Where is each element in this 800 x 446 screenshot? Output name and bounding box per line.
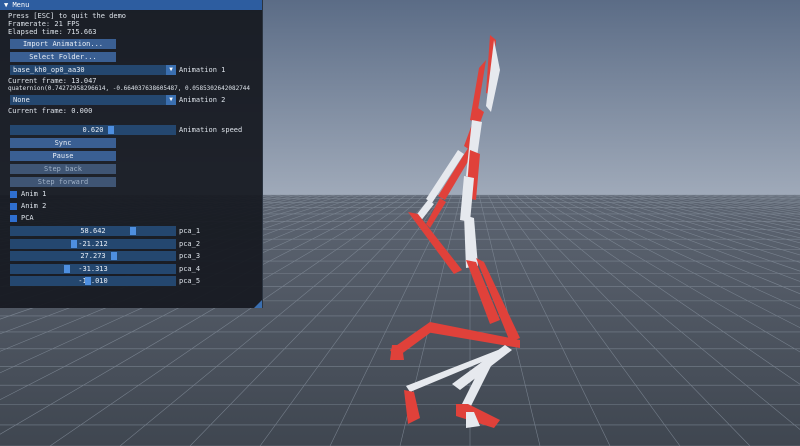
anim2-checkbox-label: Anim 2 xyxy=(21,202,47,210)
pca-value: -21.212 xyxy=(78,239,108,248)
pca-checkbox[interactable] xyxy=(10,215,17,222)
pca-slider-4[interactable]: -31.313 xyxy=(10,263,176,274)
elapsed-time-text: Elapsed time: 715.663 xyxy=(8,28,97,36)
anim2-current-frame: Current frame: 0.000 xyxy=(8,107,93,115)
chevron-down-icon[interactable]: ▼ xyxy=(166,95,176,105)
select-folder-button[interactable]: Select Folder... xyxy=(10,52,116,62)
pca-value: -31.313 xyxy=(78,264,108,273)
pca-label: pca_4 xyxy=(179,264,201,273)
menu-titlebar[interactable]: ▼ Menu xyxy=(0,0,262,10)
pca-slider-3[interactable]: 27.273 xyxy=(10,251,176,261)
animation1-select-value: base_kh0_op0_aa30 xyxy=(13,66,85,74)
anim1-checkbox-label: Anim 1 xyxy=(21,190,47,198)
menu-panel[interactable]: ▼ Menu Press [ESC] to quit the demo Fram… xyxy=(0,0,263,308)
menu-title: Menu xyxy=(12,1,30,9)
pca-label: pca_1 xyxy=(179,227,201,235)
resize-grip[interactable] xyxy=(254,300,262,308)
slider-grab[interactable] xyxy=(130,227,136,235)
framerate-text: Framerate: 21 FPS xyxy=(8,20,80,28)
triangle-down-icon[interactable]: ▼ xyxy=(4,1,8,9)
step-forward-button[interactable]: Step forward xyxy=(10,177,116,187)
pca-value: -11.010 xyxy=(78,277,108,285)
bone-foot-left xyxy=(390,345,404,360)
slider-grab[interactable] xyxy=(85,277,91,285)
animation-speed-label: Animation speed xyxy=(179,126,243,134)
pca-checkbox-label: PCA xyxy=(21,214,34,222)
slider-grab[interactable] xyxy=(108,126,114,134)
sync-button[interactable]: Sync xyxy=(10,138,116,148)
animation1-select[interactable]: base_kh0_op0_aa30 ▼ xyxy=(10,65,176,75)
import-animation-button[interactable]: Import Animation... xyxy=(10,39,116,49)
animation2-select-value: None xyxy=(13,96,30,104)
pca-slider-1[interactable]: 58.642 xyxy=(10,226,176,236)
animation1-label: Animation 1 xyxy=(179,66,226,74)
anim1-quaternion: quaternion(0.74272958296614, -0.66403763… xyxy=(8,85,251,92)
anim1-current-frame: Current frame: 13.047 xyxy=(8,77,97,85)
pca-label: pca_5 xyxy=(179,277,201,285)
slider-grab[interactable] xyxy=(71,239,77,248)
animation2-label: Animation 2 xyxy=(179,96,226,104)
pca-label: pca_3 xyxy=(179,252,201,260)
anim2-checkbox[interactable] xyxy=(10,203,17,210)
pca-value: 27.273 xyxy=(80,252,106,260)
animation-speed-slider[interactable]: 0.620 xyxy=(10,125,176,135)
slider-grab[interactable] xyxy=(111,252,117,260)
animation2-select[interactable]: None ▼ xyxy=(10,95,176,105)
anim1-checkbox[interactable] xyxy=(10,191,17,198)
pca-slider-2[interactable]: -21.212 xyxy=(10,238,176,249)
step-back-button[interactable]: Step back xyxy=(10,164,116,174)
pca-value: 58.642 xyxy=(80,227,106,235)
pause-button[interactable]: Pause xyxy=(10,151,116,161)
quit-hint: Press [ESC] to quit the demo xyxy=(8,12,127,20)
animation-speed-value: 0.620 xyxy=(82,126,104,134)
pca-slider-5[interactable]: -11.010 xyxy=(10,276,176,286)
slider-grab[interactable] xyxy=(64,264,70,273)
pca-label: pca_2 xyxy=(179,239,201,248)
chevron-down-icon[interactable]: ▼ xyxy=(166,65,176,75)
